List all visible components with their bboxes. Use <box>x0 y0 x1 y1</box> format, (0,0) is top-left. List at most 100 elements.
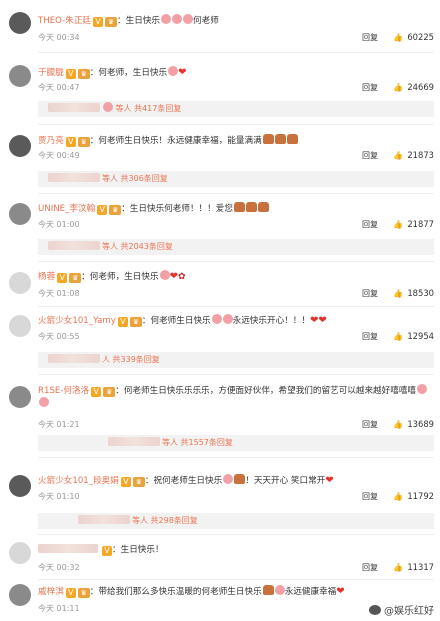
like-count: 11792 <box>407 491 434 501</box>
like-button[interactable]: 👍 13689 <box>393 419 434 429</box>
emoji-icon <box>183 14 194 24</box>
like-count: 21877 <box>407 219 434 229</box>
like-button[interactable]: 👍 24669 <box>393 82 434 92</box>
emoji-icon <box>159 270 170 280</box>
reply-button[interactable]: 回复 <box>362 219 378 230</box>
like-count: 18530 <box>407 288 434 298</box>
reply-count: 人 共339条回复 <box>102 355 160 364</box>
divider <box>38 374 434 375</box>
timestamp: 今天 01:00 <box>38 220 80 229</box>
like-button[interactable]: 👍 21877 <box>393 219 434 229</box>
commenter-name[interactable]: 火箭少女101_Yamy <box>38 316 116 326</box>
avatar[interactable] <box>9 272 31 294</box>
comment-text-tail: 永远健康幸福 <box>284 587 337 597</box>
cake-icon <box>274 134 286 144</box>
like-button[interactable]: 👍 18530 <box>393 288 434 298</box>
blurred-avatars <box>48 103 100 112</box>
avatar[interactable] <box>9 542 31 564</box>
cake-icon <box>286 134 298 144</box>
thumbs-up-icon: 👍 <box>393 332 404 341</box>
verified-icon: V <box>57 273 68 283</box>
comment-text: ：带给我们那么多快乐温暖的何老师生日快乐 <box>89 587 262 597</box>
commenter-name[interactable]: UNINE_李汶翰 <box>38 204 95 214</box>
like-button[interactable]: 👍 12954 <box>393 331 434 341</box>
reply-button[interactable]: 回复 <box>362 288 378 299</box>
comment-text-tail: ！天天开心 笑口常开 <box>245 476 326 486</box>
reply-button[interactable]: 回复 <box>362 562 378 573</box>
comment-text: ：何老师生日快乐！永远健康幸福，能量满满 <box>89 136 262 146</box>
emoji-icon <box>161 14 172 24</box>
divider <box>38 52 434 53</box>
avatar[interactable] <box>9 475 31 497</box>
divider <box>38 306 434 307</box>
verified-icon: V <box>97 205 108 215</box>
comment-text: ：生日快乐何老师！！！爱您 <box>121 204 233 214</box>
replies-summary[interactable]: 等人 共306条回复 <box>38 171 434 187</box>
reply-button[interactable]: 回复 <box>362 150 378 161</box>
thumbs-up-icon: 👍 <box>393 563 404 572</box>
fan-badge-icon: ♛ <box>77 69 90 79</box>
commenter-name[interactable]: 贾乃亮 <box>38 136 64 146</box>
avatar[interactable] <box>9 65 31 87</box>
thumbs-up-icon: 👍 <box>393 151 404 160</box>
commenter-name[interactable]: 杨蓉 <box>38 272 55 282</box>
timestamp: 今天 00:55 <box>38 332 80 341</box>
avatar[interactable] <box>9 584 31 606</box>
verified-icon: V <box>65 588 76 598</box>
comment-text: ：何老师生日快乐 <box>141 316 211 326</box>
comment-text: ：祝何老师生日快乐 <box>144 476 223 486</box>
verified-icon: V <box>102 546 112 556</box>
blurred-avatars <box>78 515 130 524</box>
like-count: 21873 <box>407 150 434 160</box>
comment-text-tail: 永远快乐开心！！！ <box>232 316 310 326</box>
cake-icon <box>262 134 274 144</box>
avatar[interactable] <box>9 135 31 157</box>
emoji-icon <box>168 66 179 76</box>
heart-icon: ❤ <box>318 315 327 326</box>
timestamp: 今天 01:11 <box>38 604 80 613</box>
reply-button[interactable]: 回复 <box>362 32 378 43</box>
avatar[interactable] <box>9 12 31 34</box>
verified-icon: V <box>117 317 128 327</box>
commenter-name[interactable]: THEO-朱正廷 <box>38 16 91 26</box>
commenter-name[interactable]: 于朦胧 <box>38 68 64 78</box>
avatar[interactable] <box>9 203 31 225</box>
avatar[interactable] <box>9 386 31 408</box>
reply-count: 等人 共298条回复 <box>132 516 198 525</box>
commenter-name[interactable]: R1SE-何洛洛 <box>38 386 89 396</box>
like-button[interactable]: 👍 21873 <box>393 150 434 160</box>
reply-button[interactable]: 回复 <box>362 331 378 342</box>
replies-summary[interactable]: 等人 共417条回复 <box>38 101 434 117</box>
avatar[interactable] <box>9 315 31 337</box>
commenter-name[interactable]: 火箭少女101_段奥娟 <box>38 476 119 486</box>
reply-button[interactable]: 回复 <box>362 82 378 93</box>
commenter-name[interactable]: 戚梓淇 <box>38 587 64 597</box>
thumbs-up-icon: 👍 <box>393 33 404 42</box>
replies-summary[interactable]: 等人 共298条回复 <box>38 513 434 529</box>
fan-badge-icon: ♛ <box>77 588 90 598</box>
replies-summary[interactable]: 等人 共1557条回复 <box>38 435 434 451</box>
reply-button[interactable]: 回复 <box>362 419 378 430</box>
divider <box>38 193 434 194</box>
blurred-name <box>38 544 98 553</box>
verified-icon: V <box>120 477 131 487</box>
weibo-logo-icon <box>369 605 381 615</box>
reply-button[interactable]: 回复 <box>362 491 378 502</box>
blurred-avatars <box>48 241 100 250</box>
heart-icon: ❤ <box>169 271 178 282</box>
like-button[interactable]: 👍 11792 <box>393 491 434 501</box>
reply-count: 等人 共306条回复 <box>102 174 168 183</box>
emoji-icon <box>274 585 285 595</box>
replies-summary[interactable]: 人 共339条回复 <box>38 352 434 368</box>
fan-badge-icon: ♛ <box>103 387 116 397</box>
emoji-icon <box>39 397 49 407</box>
reply-count: 等人 共417条回复 <box>115 104 182 113</box>
like-button[interactable]: 👍 11317 <box>393 562 434 572</box>
timestamp: 今天 01:08 <box>38 289 80 298</box>
timestamp: 今天 01:10 <box>38 492 80 501</box>
replies-summary[interactable]: 等人 共2043条回复 <box>38 239 434 255</box>
like-button[interactable]: 👍 60225 <box>393 32 434 42</box>
fan-badge-icon: ♛ <box>105 17 118 27</box>
fan-badge-icon: ♛ <box>69 273 82 283</box>
cake-icon <box>257 202 269 212</box>
